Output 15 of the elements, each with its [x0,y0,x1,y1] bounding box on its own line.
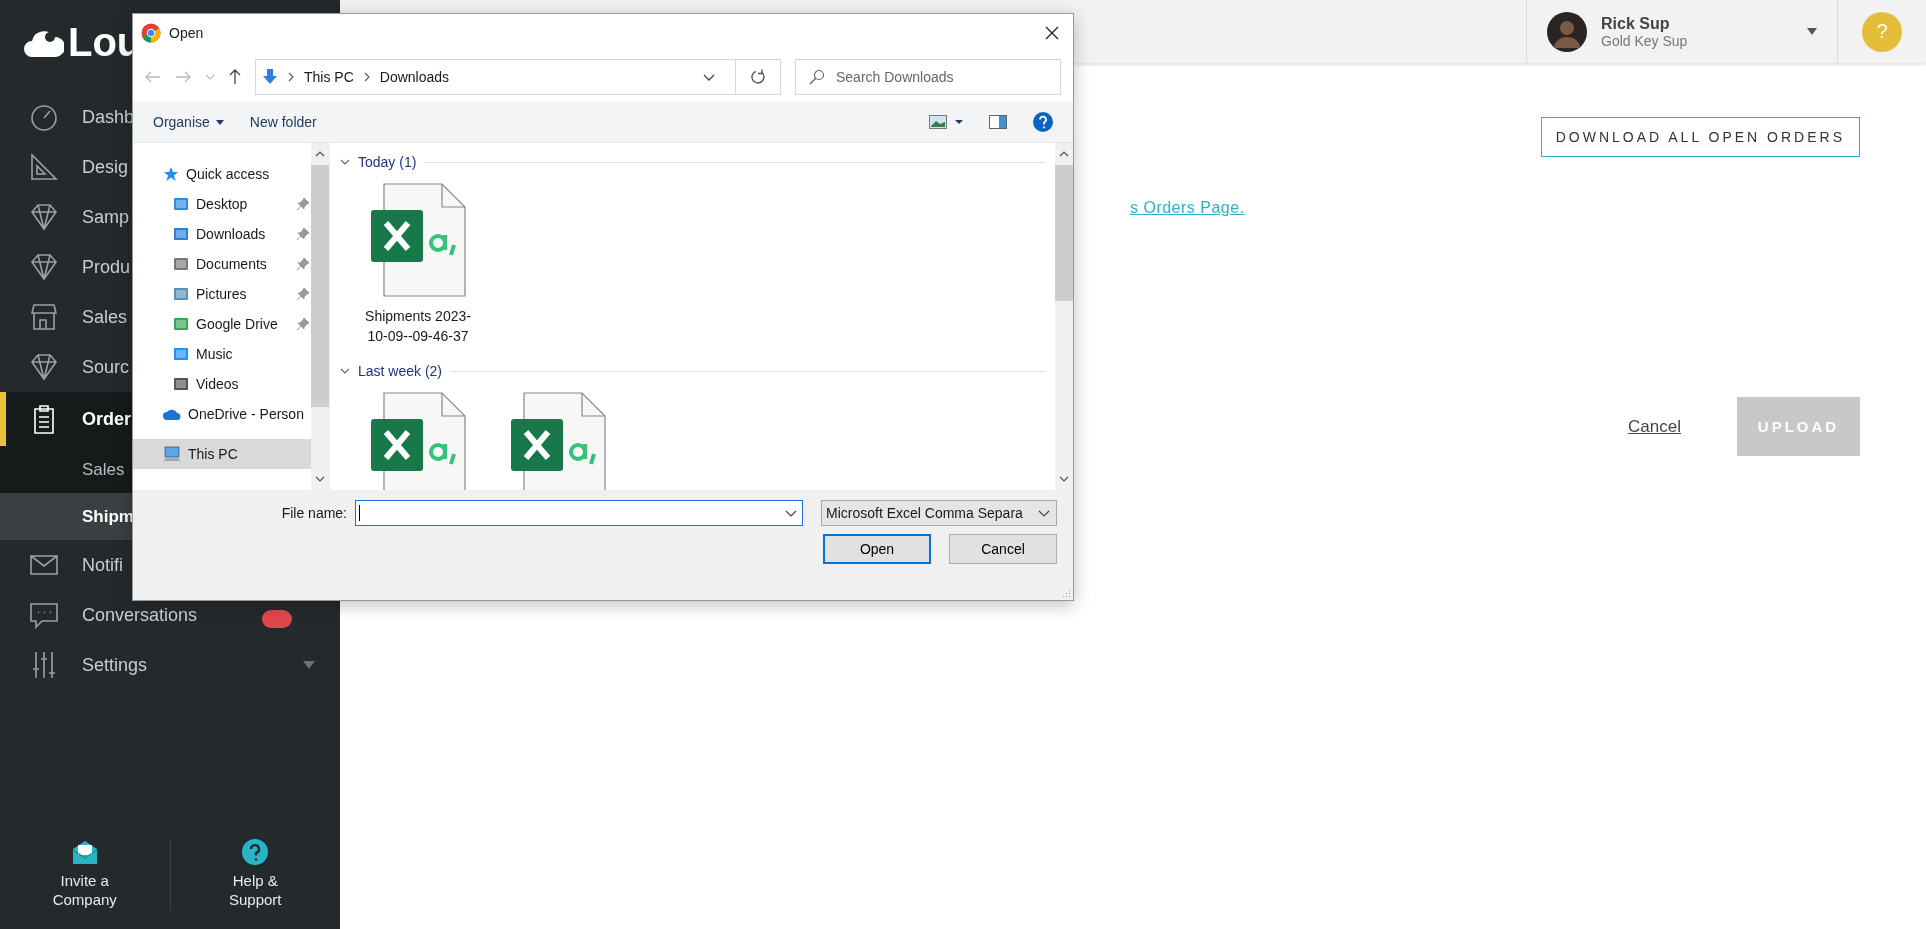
user-role: Gold Key Sup [1601,32,1689,49]
file-name-label: File name: [281,505,347,521]
sidebar-label: Desig [82,156,129,178]
user-name: Rick Sup [1601,14,1671,33]
file-name: Shipments 2023-10-09--09-46-37 [364,307,472,346]
sidebar-label: Notifi [82,554,123,576]
sidebar-label: Produ [82,256,131,278]
sidebar-label: Conversations [82,604,198,626]
sidebar-label: Samp [82,206,130,228]
window-title: Open [169,25,204,41]
sidebar-label: Sourc [82,356,130,378]
sidebar-label: Order [82,408,132,430]
sidebar-label: Sales [82,306,128,328]
sidebar-label: Dashb [82,106,135,128]
sidebar-label: Settings [82,654,148,676]
